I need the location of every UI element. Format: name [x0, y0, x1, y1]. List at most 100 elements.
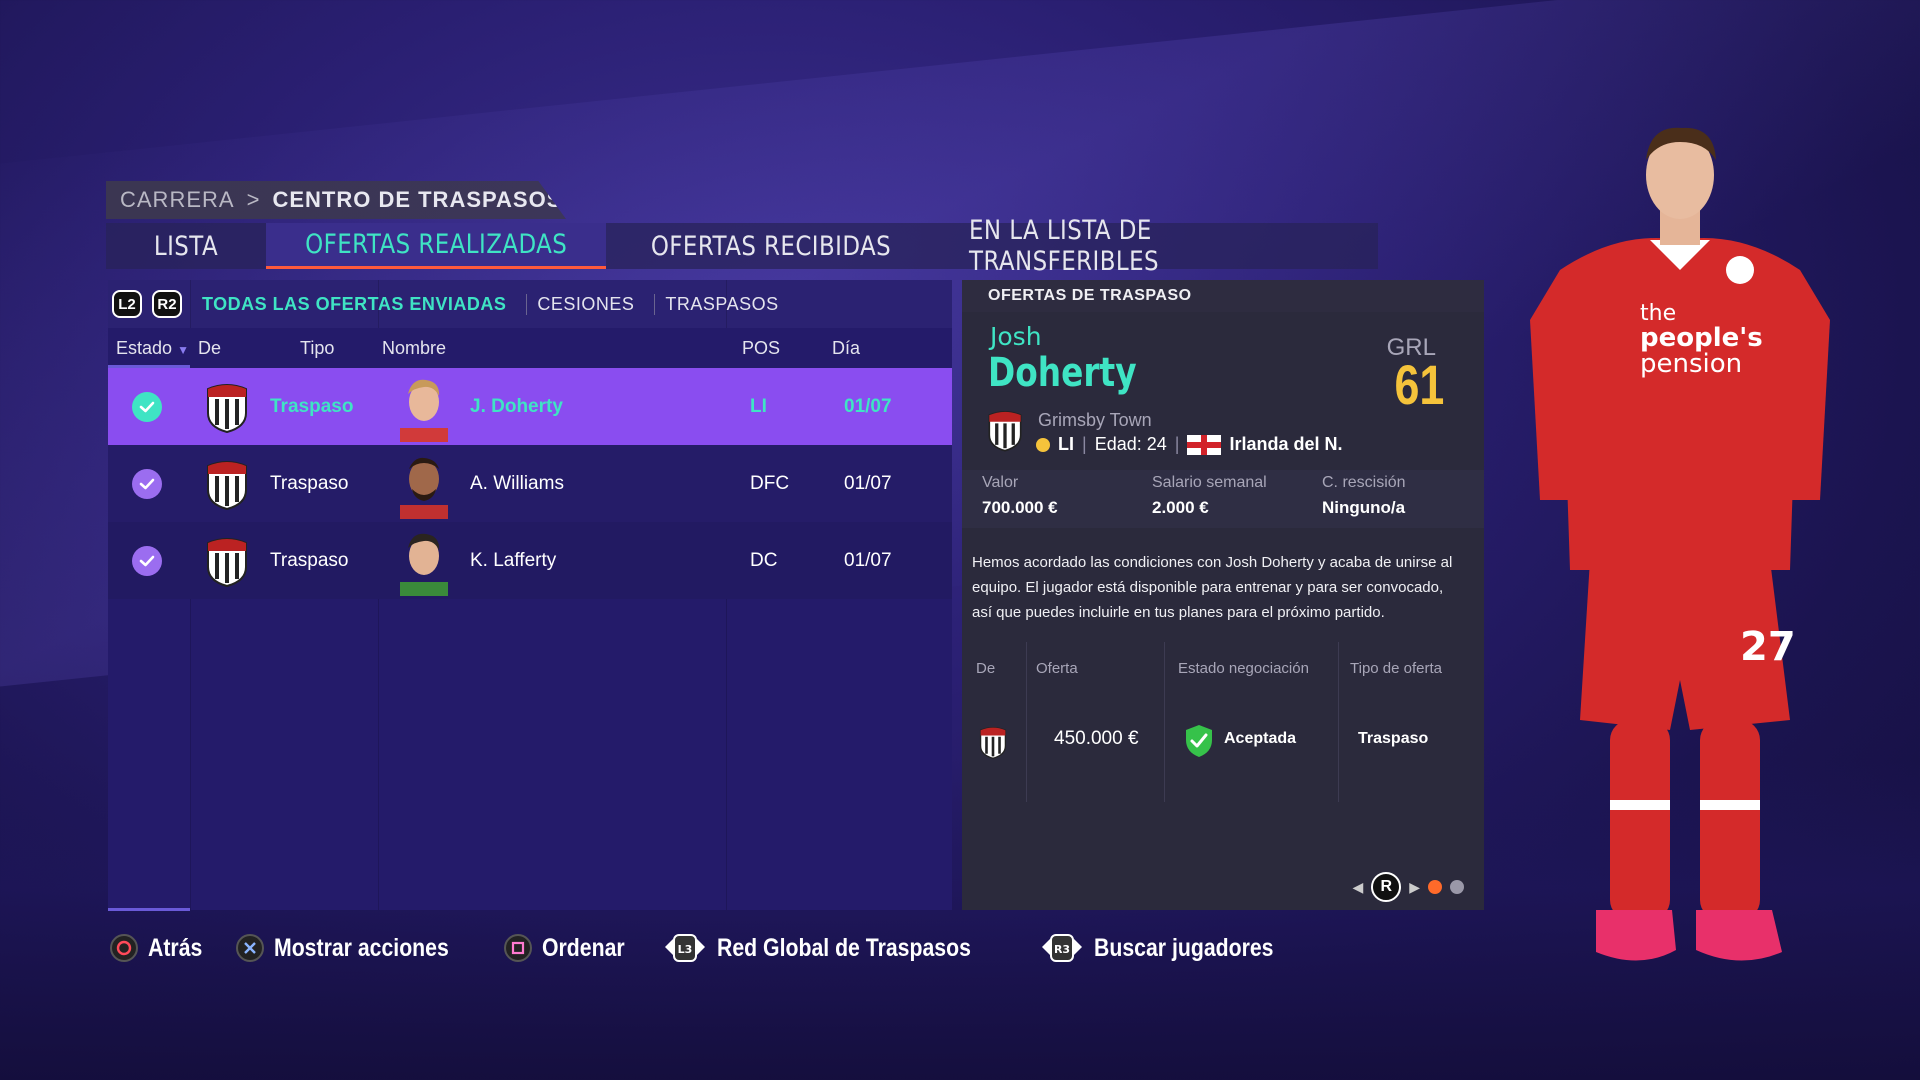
- column-header-de[interactable]: De: [198, 338, 221, 359]
- club-crest-icon: [204, 368, 250, 445]
- global-transfer-network-action[interactable]: L3 Red Global de Traspasos: [663, 933, 1016, 963]
- accepted-shield-icon: [1186, 725, 1212, 757]
- negotiation-status: Aceptada: [1224, 730, 1297, 747]
- status-cell: [132, 445, 162, 522]
- show-actions-label: Mostrar acciones: [273, 933, 449, 962]
- filter-todas[interactable]: TODAS LAS OFERTAS ENVIADAS: [192, 294, 516, 315]
- column-header-nombre[interactable]: Nombre: [382, 338, 446, 359]
- page-indicator: ◀ R ▶: [1352, 872, 1464, 902]
- club-name: Grimsby Town: [1038, 410, 1152, 430]
- player-face-avatar: [394, 522, 454, 599]
- chevron-right-icon: >: [246, 187, 261, 212]
- offer-date: 01/07: [844, 395, 892, 417]
- l2-button-icon[interactable]: L2: [112, 290, 142, 318]
- sort-down-icon: ▼: [177, 343, 189, 357]
- table-row[interactable]: Traspaso A. Williams DFC 01/07: [108, 445, 952, 522]
- status-cell: [132, 368, 162, 445]
- separator: |: [1082, 434, 1087, 454]
- cross-button-icon: [235, 934, 264, 962]
- player-info-line: LI | Edad: 24 | Irlanda del N.: [1036, 434, 1342, 455]
- player-name: A. Williams: [470, 472, 564, 494]
- offer-description: Hemos acordado las condiciones con Josh …: [972, 554, 1453, 621]
- tab-lista[interactable]: LISTA: [118, 223, 254, 269]
- offer-type: Traspaso: [270, 549, 349, 571]
- player-position: DC: [750, 549, 778, 571]
- chevron-right-icon[interactable]: ▶: [1409, 879, 1420, 896]
- column-header-pos[interactable]: POS: [742, 338, 780, 359]
- filter-traspasos[interactable]: TRASPASOS: [654, 293, 788, 315]
- page-dot[interactable]: [1450, 880, 1464, 894]
- tab-lista-transferibles[interactable]: EN LA LISTA DE TRANSFERIBLES: [969, 215, 1343, 277]
- svg-text:R3: R3: [1053, 943, 1069, 956]
- stat-release-clause: C. rescisión Ninguno/a: [1302, 470, 1472, 528]
- column-divider: [1026, 642, 1027, 802]
- breadcrumb-parent[interactable]: CARRERA: [120, 187, 235, 213]
- offer-type: Traspaso: [270, 395, 354, 417]
- club-crest-icon: [978, 724, 1008, 765]
- stat-amount: 2.000 €: [1152, 498, 1209, 517]
- page-dot-active[interactable]: [1428, 880, 1442, 894]
- player-face-avatar: [394, 445, 454, 522]
- breadcrumb-current: CENTRO DE TRASPASOS: [272, 187, 563, 212]
- status-cell: [132, 522, 162, 599]
- svg-text:pension: pension: [1640, 349, 1742, 379]
- table-row[interactable]: Traspaso K. Lafferty DC 01/07: [108, 522, 952, 599]
- stat-label: C. rescisión: [1322, 474, 1406, 491]
- global-transfer-network-label: Red Global de Traspasos: [716, 933, 971, 962]
- offer-detail-panel: OFERTAS DE TRASPASO Josh Doherty GRL 61 …: [962, 280, 1484, 910]
- tab-ofertas-realizadas[interactable]: OFERTAS REALIZADAS: [266, 223, 606, 269]
- l3-stick-icon: L3: [663, 933, 707, 963]
- back-action[interactable]: Atrás: [110, 934, 212, 963]
- stat-value: Valor 700.000 €: [962, 470, 1132, 528]
- r2-button-icon[interactable]: R2: [152, 290, 182, 318]
- breadcrumb: CARRERA > CENTRO DE TRASPASOS: [106, 181, 566, 219]
- table-header: Estado ▼ De Tipo Nombre POS Día: [108, 328, 952, 368]
- player-name: K. Lafferty: [470, 549, 557, 571]
- r-stick-icon[interactable]: R: [1371, 872, 1402, 902]
- column-header-estado[interactable]: Estado ▼: [116, 338, 189, 359]
- filter-bar: L2 R2 TODAS LAS OFERTAS ENVIADAS CESIONE…: [108, 280, 952, 328]
- player-age: Edad: 24: [1094, 434, 1167, 454]
- player-model-image: 27 the people's pension: [1530, 127, 1830, 961]
- offer-summary-table: De Oferta Estado negociación Tipo de ofe…: [962, 642, 1484, 802]
- column-header-tipo[interactable]: Tipo: [300, 338, 334, 359]
- detail-header: OFERTAS DE TRASPASO: [962, 280, 1484, 312]
- player-stats: Valor 700.000 € Salario semanal 2.000 € …: [962, 470, 1484, 528]
- svg-text:L3: L3: [677, 943, 692, 956]
- player-summary: Josh Doherty GRL 61 Grimsby Town LI | Ed…: [962, 312, 1484, 470]
- offer-amount: 450.000 €: [1054, 728, 1139, 749]
- sort-action[interactable]: Ordenar: [503, 934, 639, 963]
- position-dot-icon: [1036, 437, 1050, 452]
- search-players-action[interactable]: R3 Buscar jugadores: [1040, 933, 1305, 963]
- table-row[interactable]: Traspaso J. Doherty LI 01/07: [108, 368, 952, 445]
- player-name: J. Doherty: [470, 395, 563, 417]
- stat-amount: Ninguno/a: [1322, 498, 1406, 517]
- column-header-dia[interactable]: Día: [832, 338, 860, 359]
- check-icon: [132, 545, 162, 576]
- square-button-icon: [503, 934, 532, 962]
- player-first-name: Josh: [990, 322, 1042, 351]
- player-position: LI: [750, 395, 767, 417]
- chevron-left-icon[interactable]: ◀: [1352, 879, 1363, 896]
- offer-date: 01/07: [844, 549, 892, 571]
- player-position: LI: [1058, 434, 1074, 454]
- show-actions-action[interactable]: Mostrar acciones: [235, 933, 480, 963]
- offer-type: Traspaso: [1358, 730, 1429, 747]
- offer-date: 01/07: [844, 472, 892, 494]
- filter-cesiones[interactable]: CESIONES: [526, 293, 644, 315]
- separator: |: [1174, 434, 1180, 454]
- stat-amount: 700.000 €: [982, 498, 1058, 517]
- stat-label: Salario semanal: [1152, 474, 1267, 491]
- offer-col-de: De: [976, 660, 996, 677]
- check-icon: [132, 468, 162, 499]
- overall-rating: 61: [1394, 353, 1444, 416]
- club-crest-icon: [204, 522, 250, 599]
- offers-list-panel: L2 R2 TODAS LAS OFERTAS ENVIADAS CESIONE…: [108, 280, 952, 910]
- player-nation: Irlanda del N.: [1229, 434, 1343, 454]
- column-divider: [1338, 642, 1339, 802]
- column-divider: [1164, 642, 1165, 802]
- player-position: DFC: [750, 472, 790, 494]
- club-crest-icon: [204, 445, 250, 522]
- tab-bar: LISTA OFERTAS REALIZADAS OFERTAS RECIBID…: [106, 215, 1378, 277]
- tab-ofertas-recibidas[interactable]: OFERTAS RECIBIDAS: [631, 223, 912, 269]
